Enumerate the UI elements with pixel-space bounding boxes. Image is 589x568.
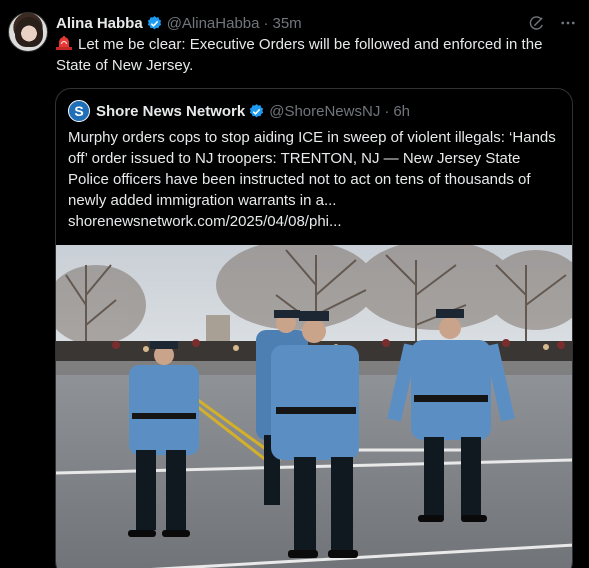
quote-avatar[interactable]: [68, 100, 90, 122]
verified-badge-icon: [250, 103, 264, 117]
tweet-body: Let me be clear: Executive Orders will b…: [56, 36, 543, 74]
quote-author-handle[interactable]: @ShoreNewsNJ: [269, 103, 380, 120]
separator-dot: ·: [263, 14, 269, 32]
grok-icon[interactable]: [528, 15, 545, 32]
author-handle[interactable]: @AlinaHabba: [167, 15, 260, 32]
separator-dot: ·: [384, 102, 390, 120]
quoted-tweet[interactable]: Shore News Network @ShoreNewsNJ · 6h Mur…: [55, 88, 573, 568]
header-actions: [528, 14, 577, 32]
quote-author-name[interactable]: Shore News Network: [96, 103, 245, 120]
timestamp[interactable]: 35m: [272, 15, 301, 32]
quote-header: Shore News Network @ShoreNewsNJ · 6h: [68, 100, 410, 122]
more-icon[interactable]: [559, 14, 577, 32]
siren-icon: [56, 36, 72, 50]
author-name[interactable]: Alina Habba: [56, 15, 143, 32]
quote-timestamp[interactable]: 6h: [393, 103, 410, 120]
news-photo[interactable]: [56, 245, 572, 568]
quote-text: Murphy orders cops to stop aiding ICE in…: [68, 129, 556, 230]
tweet-text: Let me be clear: Executive Orders will b…: [56, 34, 566, 76]
tweet-header: Alina Habba @AlinaHabba · 35m: [56, 13, 577, 33]
avatar[interactable]: [8, 12, 48, 52]
verified-badge-icon: [147, 15, 161, 29]
troopers-photo: [56, 245, 572, 568]
